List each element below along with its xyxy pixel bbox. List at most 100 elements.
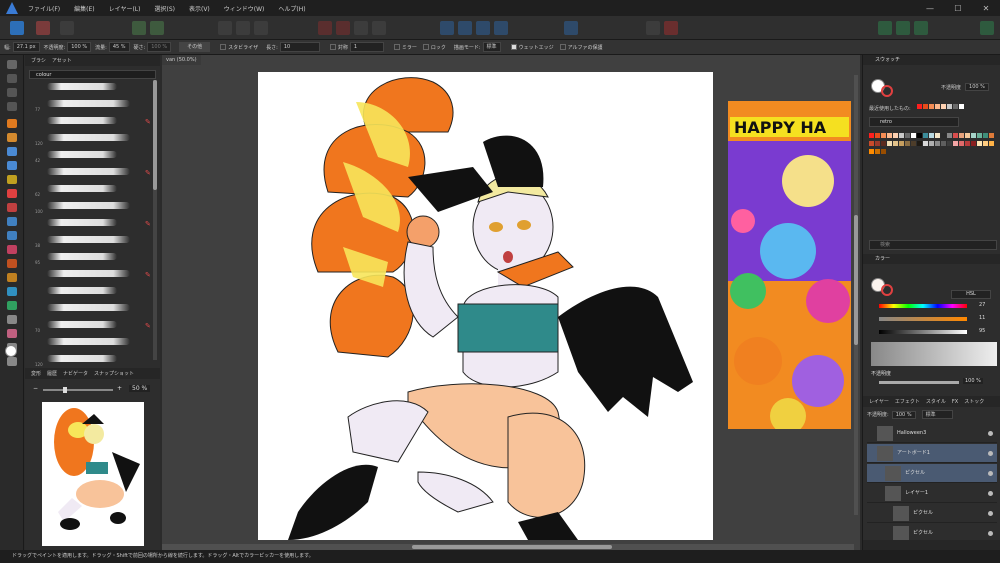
- reference-image[interactable]: HAPPY HA: [728, 101, 851, 429]
- view-tool-icon[interactable]: [7, 74, 17, 83]
- brush-edit-icon[interactable]: ✎: [145, 322, 151, 330]
- color-picker-icon[interactable]: [7, 175, 17, 184]
- lasso-tool-icon[interactable]: [7, 119, 17, 128]
- swatch-stroke-color[interactable]: [881, 85, 893, 97]
- shape-tool-icon[interactable]: [7, 301, 17, 310]
- tab-snapshots[interactable]: スナップショット: [94, 370, 134, 377]
- palette-swatch[interactable]: [899, 141, 904, 146]
- menu-file[interactable]: ファイル(F): [28, 4, 60, 13]
- swatch-search-input[interactable]: 検索: [869, 240, 997, 250]
- flood-select-icon[interactable]: [7, 147, 17, 156]
- brush-item[interactable]: 120: [29, 130, 149, 148]
- length-field[interactable]: 10: [279, 42, 320, 52]
- flow-field[interactable]: 45 %: [108, 42, 130, 52]
- brush-item[interactable]: 120: [29, 351, 149, 369]
- palette-swatch[interactable]: [935, 141, 940, 146]
- brush-scrollbar[interactable]: [153, 80, 157, 360]
- palette-swatch[interactable]: [917, 141, 922, 146]
- menu-view[interactable]: 表示(V): [189, 4, 210, 13]
- recent-swatch[interactable]: [952, 104, 958, 109]
- brush-item[interactable]: [29, 300, 149, 318]
- saturation-value[interactable]: 11: [979, 315, 985, 321]
- layer-row[interactable]: ピクセル: [867, 464, 997, 483]
- layer-row[interactable]: ピクセル: [867, 504, 997, 523]
- brush-edit-icon[interactable]: ✎: [145, 118, 151, 126]
- pen-tool-icon[interactable]: [7, 315, 17, 324]
- arrange-front-icon[interactable]: [354, 21, 368, 35]
- palette-swatch[interactable]: [929, 141, 934, 146]
- brush-item[interactable]: 77: [29, 96, 149, 114]
- pixel-tool-icon[interactable]: [7, 203, 17, 212]
- flip-vertical-icon[interactable]: [458, 21, 472, 35]
- palette-swatch[interactable]: [887, 141, 892, 146]
- layer-row[interactable]: アートボード1: [867, 444, 997, 463]
- brush-item[interactable]: ✎: [29, 266, 151, 284]
- menu-layer[interactable]: レイヤー(L): [109, 4, 141, 13]
- palette-swatch[interactable]: [881, 133, 886, 138]
- palette-swatch[interactable]: [977, 133, 982, 138]
- palette-swatch[interactable]: [893, 133, 898, 138]
- recent-swatch[interactable]: [922, 104, 928, 109]
- arrange-forward-icon[interactable]: [336, 21, 350, 35]
- primary-color-well[interactable]: [5, 345, 17, 357]
- palette-swatch[interactable]: [875, 149, 880, 154]
- photo-persona-icon[interactable]: [10, 21, 24, 35]
- layer-opacity-field[interactable]: 100 %: [891, 410, 916, 419]
- rotate-right-icon[interactable]: [494, 21, 508, 35]
- brush-item[interactable]: ✎: [29, 215, 151, 233]
- layer-row[interactable]: Halloween3: [867, 424, 997, 443]
- brush-edit-icon[interactable]: ✎: [145, 169, 151, 177]
- palette-swatch[interactable]: [971, 141, 976, 146]
- pixel-persona-icon[interactable]: [36, 21, 50, 35]
- color-stroke-well[interactable]: [881, 284, 893, 296]
- recent-swatch[interactable]: [934, 104, 940, 109]
- menu-select[interactable]: 選択(S): [154, 4, 175, 13]
- snapping-magnet-icon[interactable]: [664, 21, 678, 35]
- palette-swatch[interactable]: [959, 133, 964, 138]
- recent-swatch[interactable]: [928, 104, 934, 109]
- tab-transform[interactable]: 変形: [31, 370, 41, 377]
- menu-edit[interactable]: 編集(E): [74, 4, 94, 13]
- color-preview[interactable]: [871, 342, 997, 366]
- brush-category-select[interactable]: colour: [29, 70, 156, 79]
- palette-swatch[interactable]: [887, 133, 892, 138]
- palette-swatch[interactable]: [923, 141, 928, 146]
- zoom-slider[interactable]: [43, 387, 113, 393]
- flip-horizontal-icon[interactable]: [440, 21, 454, 35]
- layer-visibility-icon[interactable]: [988, 511, 993, 516]
- lightness-value[interactable]: 95: [979, 328, 985, 334]
- move-tool-icon[interactable]: [7, 60, 17, 69]
- vertical-scrollbar[interactable]: [854, 75, 858, 515]
- palette-swatch[interactable]: [869, 149, 874, 154]
- layer-visibility-icon[interactable]: [988, 491, 993, 496]
- palette-swatch[interactable]: [935, 133, 940, 138]
- brush-item[interactable]: [29, 283, 149, 301]
- crop-tool-icon[interactable]: [7, 161, 17, 170]
- layer-row[interactable]: レイヤー1: [867, 484, 997, 503]
- brush-item[interactable]: ✎: [29, 113, 151, 131]
- saturation-slider[interactable]: [879, 317, 967, 321]
- palette-swatch[interactable]: [899, 133, 904, 138]
- palette-swatch[interactable]: [965, 141, 970, 146]
- sponge-tool-icon[interactable]: [7, 287, 17, 296]
- layer-visibility-icon[interactable]: [988, 531, 993, 536]
- palette-swatch[interactable]: [941, 133, 946, 138]
- minimize-button[interactable]: —: [916, 0, 944, 16]
- palette-swatch[interactable]: [875, 141, 880, 146]
- recent-swatch[interactable]: [946, 104, 952, 109]
- brush-item[interactable]: [29, 79, 149, 97]
- palette-swatch[interactable]: [971, 133, 976, 138]
- tab-layers[interactable]: レイヤー: [869, 398, 889, 405]
- blend-mode-select[interactable]: 標準: [482, 42, 501, 52]
- brush-edit-icon[interactable]: ✎: [145, 271, 151, 279]
- palette-swatch[interactable]: [959, 141, 964, 146]
- account-icon[interactable]: [980, 21, 994, 35]
- palette-swatch[interactable]: [869, 133, 874, 138]
- brush-scroll-thumb[interactable]: [153, 80, 157, 190]
- layer-visibility-icon[interactable]: [988, 451, 993, 456]
- wet-edges-checkbox[interactable]: [510, 44, 517, 50]
- zoom-in-icon[interactable]: +: [117, 385, 122, 392]
- palette-swatch[interactable]: [881, 141, 886, 146]
- brush-item[interactable]: 42: [29, 147, 149, 165]
- brush-item[interactable]: 70 ✎: [29, 317, 151, 335]
